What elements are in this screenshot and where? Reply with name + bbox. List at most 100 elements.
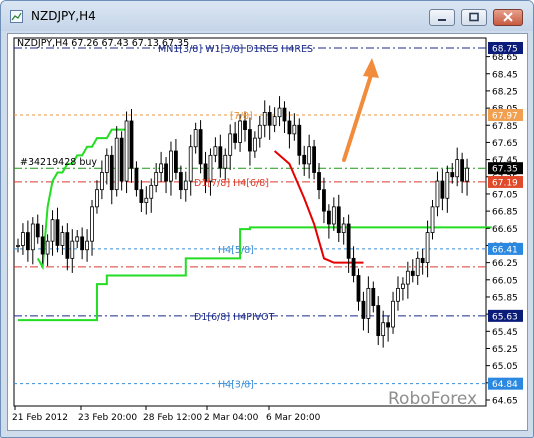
price-tag-label: 68.75	[492, 45, 518, 55]
candle-body	[129, 120, 134, 169]
candle-body	[435, 180, 440, 208]
maximize-button[interactable]	[461, 9, 487, 26]
candle-body	[124, 120, 129, 182]
candle-body	[223, 154, 228, 169]
close-button[interactable]	[493, 9, 523, 26]
y-tick-label: 66.85	[492, 208, 518, 218]
candle-body	[396, 287, 400, 302]
chart-canvas[interactable]: MN1[3/8] W1[3/8] D1RES H4RES[7/8]D1[7/8]…	[8, 34, 527, 430]
candle-body	[139, 189, 144, 203]
minimize-icon	[438, 19, 446, 21]
candle-body	[277, 107, 282, 118]
candle-body	[183, 180, 188, 191]
price-tag-label: 64.84	[492, 380, 518, 390]
candle-body	[297, 124, 302, 156]
candle-body	[341, 223, 346, 233]
candle-body	[95, 189, 99, 208]
y-tick-label: 65.25	[492, 345, 518, 355]
candle-body	[371, 287, 376, 306]
candle-body	[262, 111, 267, 126]
y-tick-label: 65.05	[492, 362, 518, 372]
candle-body	[104, 154, 109, 173]
terminal-window: NZDJPY,H4 MN1[3/8] W1[3/8] D1RES H4RES [7…	[0, 0, 534, 438]
close-icon	[503, 12, 513, 22]
green-support-line	[18, 226, 492, 322]
candle-body	[351, 257, 356, 276]
candle-body	[85, 240, 89, 251]
candle-body	[45, 240, 50, 255]
candle-body	[252, 137, 257, 152]
x-tick-label: 6 Mar 20:00	[266, 413, 321, 423]
candle-body	[322, 189, 326, 212]
candle-body	[287, 120, 292, 135]
candle-body	[198, 129, 203, 165]
candle-body	[144, 197, 149, 203]
candle-body	[272, 116, 277, 126]
candle-body	[25, 232, 30, 251]
price-tag-label: 67.97	[492, 111, 518, 121]
candle-body	[243, 120, 247, 130]
forecast-arrow-head	[363, 58, 379, 78]
x-tick-label: 28 Feb 12:00	[143, 413, 202, 423]
candle-body	[55, 219, 60, 246]
candle-body	[99, 172, 104, 191]
y-tick-label: 66.65	[492, 225, 518, 235]
candle-body	[386, 322, 391, 328]
x-tick-label: 2 Mar 04:00	[204, 413, 259, 423]
candle-body	[114, 137, 119, 191]
candle-body	[317, 172, 321, 191]
candle-body	[35, 223, 40, 238]
price-tag-label: 66.41	[492, 245, 518, 255]
candle-body	[149, 184, 154, 199]
candle-body	[356, 275, 361, 302]
title-bar[interactable]: NZDJPY,H4	[1, 1, 533, 31]
level-label: H4[5/8]	[218, 245, 254, 256]
x-tick-label: 23 Feb 20:00	[78, 413, 137, 423]
candle-body	[65, 232, 70, 259]
candle-body	[440, 180, 445, 199]
candle-body	[415, 257, 420, 276]
candle-body	[366, 287, 371, 319]
candle-body	[169, 150, 173, 182]
candle-body	[30, 223, 35, 251]
candle-body	[312, 146, 316, 173]
candle-body	[391, 300, 395, 328]
candle-body	[307, 146, 312, 165]
y-tick-label: 65.85	[492, 293, 518, 303]
x-tick-label: 21 Feb 2012	[12, 413, 68, 423]
candle-body	[213, 146, 218, 156]
candle-body	[401, 283, 405, 289]
candle-body	[381, 322, 386, 337]
plot-border	[13, 37, 487, 407]
candle-body	[178, 172, 183, 191]
y-tick-label: 64.65	[492, 396, 518, 406]
candle-body	[154, 172, 159, 186]
forecast-arrow-shaft	[342, 70, 374, 162]
price-tag-label: 65.63	[492, 312, 518, 322]
candle-body	[445, 172, 450, 199]
candle-body	[257, 124, 262, 139]
y-tick-label: 68.25	[492, 87, 518, 97]
y-tick-label: 66.25	[492, 259, 518, 269]
candle-body	[331, 206, 336, 225]
y-tick-label: 65.45	[492, 328, 518, 338]
y-tick-label: 67.05	[492, 190, 518, 200]
candle-body	[450, 172, 455, 178]
minimize-button[interactable]	[429, 9, 455, 26]
candle-body	[361, 300, 366, 319]
level-label: H4[3/8]	[218, 380, 254, 391]
candle-body	[40, 236, 45, 255]
candle-body	[159, 163, 164, 173]
y-tick-label: 68.65	[492, 53, 518, 63]
candle-body	[119, 137, 124, 182]
candle-body	[218, 146, 223, 169]
candle-body	[405, 270, 410, 285]
chart-area[interactable]: MN1[3/8] W1[3/8] D1RES H4RES [7/8] D1[7/8]…	[7, 33, 528, 431]
candle-body	[164, 163, 168, 182]
candle-body	[336, 206, 341, 233]
candle-body	[75, 236, 80, 242]
y-tick-label: 66.05	[492, 276, 518, 286]
candle-body	[238, 120, 242, 143]
y-tick-label: 67.65	[492, 139, 518, 149]
candle-body	[134, 167, 139, 191]
